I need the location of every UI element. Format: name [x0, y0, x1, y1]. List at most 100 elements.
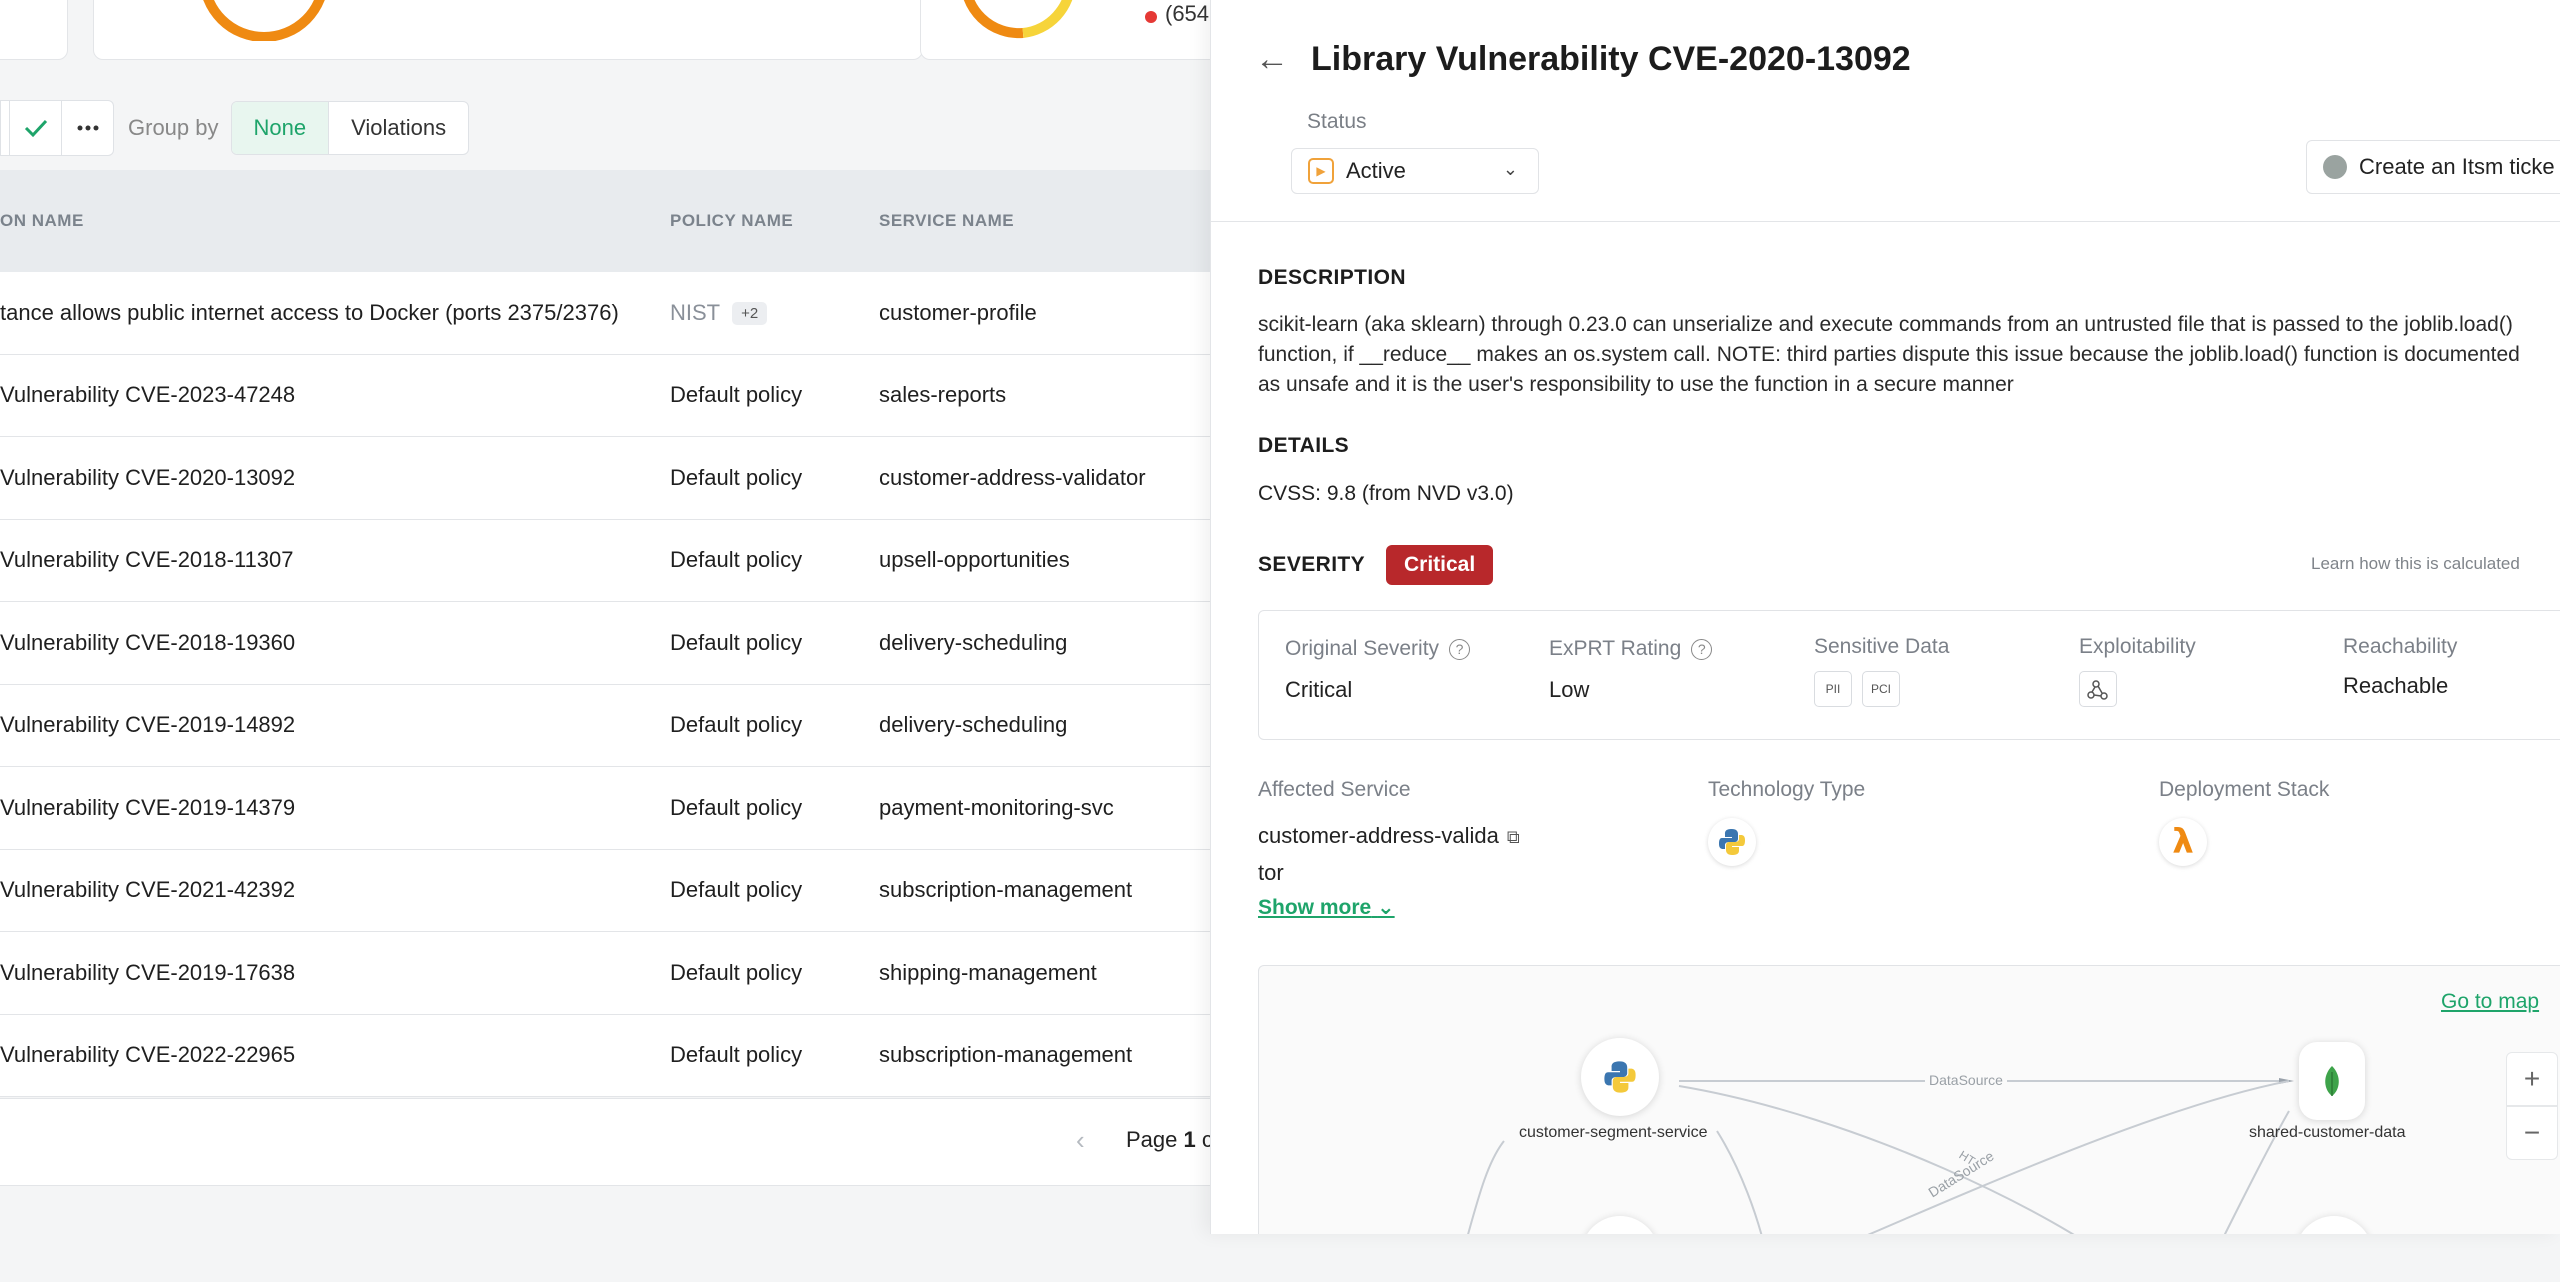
findings-pane: (654 Group by None Violations ON NAME PO…	[0, 0, 1240, 1282]
severity-heading: SEVERITY	[1258, 553, 1366, 576]
original-severity: Original Severity? Critical	[1285, 637, 1471, 703]
page-indicator: Page 1 c	[1126, 1127, 1213, 1152]
more-icon	[77, 125, 98, 131]
policy-name: Default policy	[670, 464, 803, 490]
service-name: customer-profile	[879, 299, 1037, 325]
column-header-policy[interactable]: POLICY NAME	[670, 211, 870, 231]
approve-button[interactable]	[10, 100, 62, 156]
service-name: delivery-scheduling	[879, 629, 1068, 655]
table-row[interactable]: Vulnerability CVE-2019-17638 Default pol…	[0, 932, 1210, 1015]
create-itsm-ticket-button[interactable]: Create an Itsm ticke	[2306, 140, 2560, 194]
exprt-rating: ExPRT Rating? Low	[1549, 637, 1713, 703]
zoom-in-button[interactable]: +	[2506, 1052, 2558, 1106]
donut-chart-2	[963, 0, 1073, 39]
table-row[interactable]: Vulnerability CVE-2018-11307 Default pol…	[0, 520, 1210, 602]
legend-count: (654	[1165, 1, 1210, 26]
cvss-score: CVSS: 9.8 (from NVD v3.0)	[1258, 482, 1514, 505]
summary-card-3: (654	[920, 0, 1240, 60]
play-icon: ▶	[1308, 158, 1334, 184]
policy-name: Default policy	[670, 794, 803, 820]
chevron-left-icon[interactable]: ‹	[1076, 1125, 1085, 1156]
description-text: scikit-learn (aka sklearn) through 0.23.…	[1258, 313, 2520, 396]
table-row[interactable]: Vulnerability CVE-2019-14892 Default pol…	[0, 685, 1210, 767]
finding-name: Vulnerability CVE-2022-22965	[0, 1042, 296, 1068]
table-row[interactable]: Vulnerability CVE-2018-19360 Default pol…	[0, 602, 1210, 685]
table-row[interactable]: tance allows public internet access to D…	[0, 272, 1210, 355]
affected-service-value: customer-address-valida ⧉ tor	[1258, 818, 1548, 890]
table-row[interactable]: Vulnerability CVE-2023-47248 Default pol…	[0, 355, 1210, 437]
details-heading: DETAILS	[1258, 434, 1350, 457]
table-toolbar: Group by None Violations	[0, 98, 470, 158]
finding-name: tance allows public internet access to D…	[0, 299, 619, 325]
finding-name: Vulnerability CVE-2019-14892	[0, 712, 296, 738]
sensitive-data: Sensitive Data PII PCI	[1814, 635, 1949, 707]
database-node[interactable]	[2299, 1042, 2365, 1120]
python-service-node[interactable]	[1581, 1038, 1659, 1116]
external-link-icon[interactable]: ⧉	[1507, 820, 1520, 855]
help-icon[interactable]: ?	[1449, 639, 1471, 660]
summary-card-2	[93, 0, 923, 60]
policy-name: Default policy	[670, 629, 803, 655]
table-row[interactable]: Vulnerability CVE-2020-13092 Default pol…	[0, 437, 1210, 520]
page-title: Library Vulnerability CVE-2020-13092	[1311, 40, 1911, 78]
service-name: sales-reports	[879, 382, 1007, 408]
help-icon[interactable]: ?	[1691, 639, 1713, 660]
chevron-down-icon: ⌄	[1377, 896, 1395, 919]
deployment-stack-label: Deployment Stack	[2159, 778, 2330, 801]
policy-name: Default policy	[670, 547, 803, 573]
finding-name: Vulnerability CVE-2019-17638	[0, 959, 296, 985]
policy-name: Default policy	[670, 712, 803, 738]
legend-dot	[1145, 11, 1157, 23]
service-name: upsell-opportunities	[879, 547, 1070, 573]
findings-table: ON NAME POLICY NAME SERVICE NAME tance a…	[0, 170, 1210, 1097]
severity-badge: Critical	[1386, 545, 1494, 585]
show-more-link[interactable]: Show more ⌄	[1258, 895, 1395, 920]
pii-tag: PII	[1814, 671, 1852, 707]
status-label: Status	[1307, 110, 1367, 133]
service-map[interactable]: DataSource DataSource HT customer-segmen…	[1258, 965, 2560, 1234]
table-header: ON NAME POLICY NAME SERVICE NAME	[0, 170, 1210, 272]
column-header-name[interactable]: ON NAME	[0, 211, 660, 231]
service-name: customer-address-validator	[879, 464, 1146, 490]
itsm-icon	[2323, 155, 2347, 179]
learn-calculation-link[interactable]: Learn how this is calculated	[2311, 554, 2520, 574]
exploit-graph-icon	[2079, 671, 2117, 707]
policy-name: Default policy	[670, 382, 803, 408]
severity-details-box: Original Severity? Critical ExPRT Rating…	[1258, 610, 2560, 740]
group-none-option[interactable]: None	[231, 102, 330, 154]
lambda-icon: λ	[2159, 818, 2207, 866]
table-row[interactable]: Vulnerability CVE-2021-42392 Default pol…	[0, 850, 1210, 932]
technology-type-label: Technology Type	[1708, 778, 1866, 801]
policy-name: Default policy	[670, 877, 803, 903]
toolbar-button-partial[interactable]	[0, 100, 10, 156]
go-to-map-link[interactable]: Go to map	[2441, 990, 2539, 1014]
policy-count-badge[interactable]: +2	[732, 301, 768, 325]
drawer-header: ← Library Vulnerability CVE-2020-13092 S…	[1211, 0, 2560, 222]
affected-service-label: Affected Service	[1258, 778, 1411, 801]
finding-name: Vulnerability CVE-2018-19360	[0, 629, 296, 655]
policy-name: Default policy	[670, 1042, 803, 1068]
edge-label: DataSource	[1925, 1072, 2007, 1088]
finding-name: Vulnerability CVE-2018-11307	[0, 547, 294, 573]
policy-name: NIST +2	[670, 300, 870, 326]
service-name: subscription-management	[879, 1042, 1133, 1068]
itsm-label: Create an Itsm ticke	[2359, 154, 2555, 179]
exploitability: Exploitability	[2079, 635, 2196, 707]
more-options-button[interactable]	[62, 100, 114, 156]
service-name: payment-monitoring-svc	[879, 794, 1114, 820]
policy-name: Default policy	[670, 959, 803, 985]
finding-name: Vulnerability CVE-2020-13092	[0, 464, 296, 490]
table-row[interactable]: Vulnerability CVE-2019-14379 Default pol…	[0, 767, 1210, 850]
donut-chart-1	[203, 0, 325, 41]
node-label: shared-customer-data	[2249, 1124, 2406, 1141]
group-by-label: Group by	[128, 115, 219, 140]
status-dropdown[interactable]: ▶ Active ⌄	[1291, 148, 1539, 194]
back-arrow-icon[interactable]: ←	[1255, 40, 1289, 79]
zoom-out-button[interactable]: −	[2506, 1106, 2558, 1160]
reachability: Reachability Reachable	[2343, 635, 2458, 698]
table-row[interactable]: Vulnerability CVE-2022-22965 Default pol…	[0, 1015, 1210, 1097]
leaf-icon	[2325, 1066, 2339, 1096]
column-header-service[interactable]: SERVICE NAME	[879, 211, 1209, 231]
description-heading: DESCRIPTION	[1258, 266, 1406, 289]
group-violations-option[interactable]: Violations	[329, 102, 468, 154]
